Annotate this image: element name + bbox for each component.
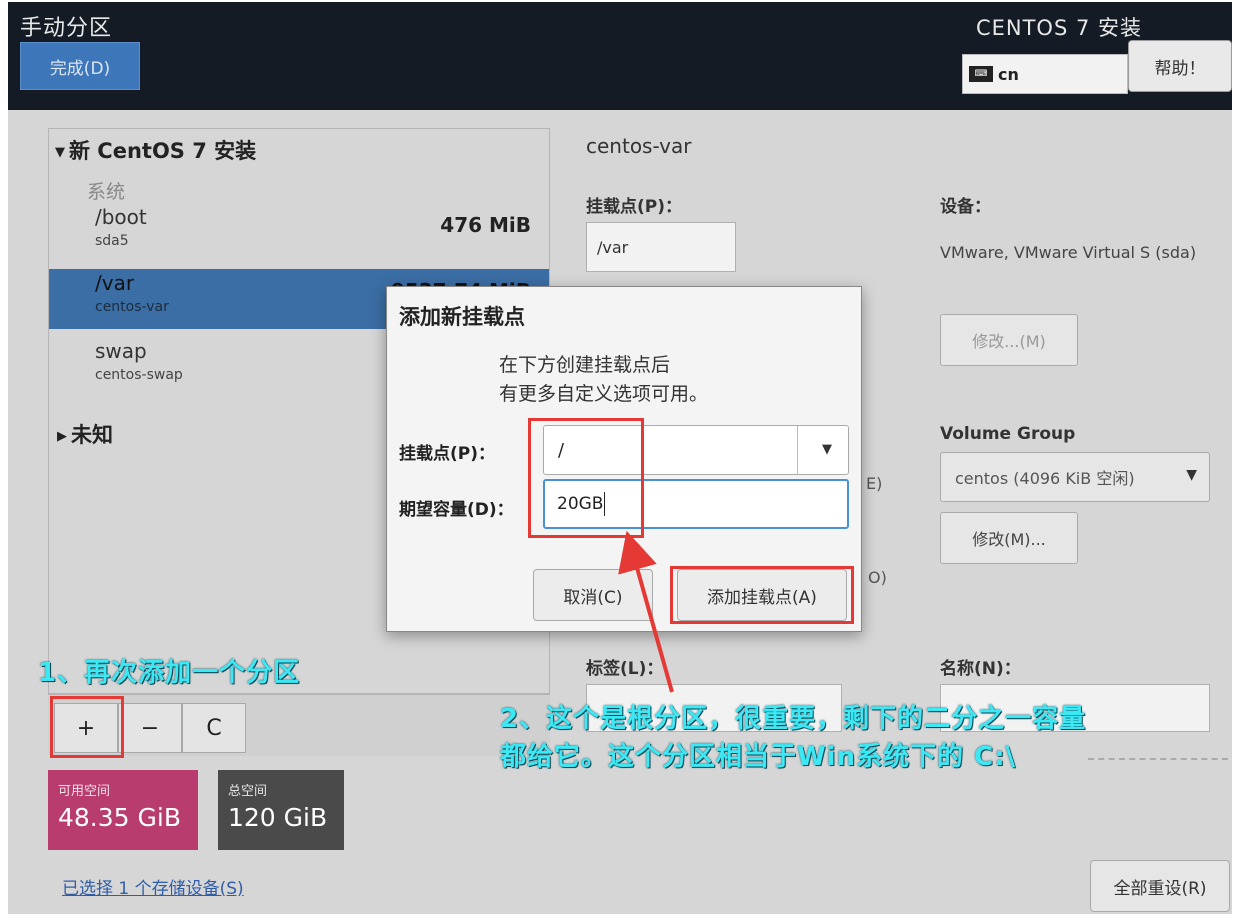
volume-group-value: centos (4096 KiB 空闲) — [955, 469, 1135, 488]
obscured-text-fragment: E) — [866, 474, 883, 493]
selected-storage-link[interactable]: 已选择 1 个存储设备(S) — [62, 874, 244, 899]
keyboard-layout-indicator[interactable]: ⌨ cn — [962, 54, 1128, 94]
tree-group-title: 未知 — [71, 423, 113, 447]
dialog-description-line: 在下方创建挂载点后 — [499, 354, 671, 376]
chevron-down-icon: ▼ — [1186, 467, 1197, 483]
total-space-box: 总空间 120 GiB — [218, 770, 344, 850]
expand-triangle-icon: ▼ — [55, 144, 65, 160]
device-modify-button[interactable]: 修改...(M) — [940, 314, 1078, 366]
obscured-text-fragment: O) — [868, 568, 887, 587]
mount-point-label: 挂载点(P)： — [586, 197, 682, 217]
available-space-box: 可用空间 48.35 GiB — [48, 770, 198, 850]
done-button[interactable]: 完成(D) — [20, 42, 140, 90]
available-space-label: 可用空间 — [58, 784, 111, 799]
name-field-label: 名称(N)： — [940, 659, 1021, 679]
annotation-highlight-box — [528, 418, 644, 538]
partition-device: sda5 — [95, 233, 129, 249]
annotation-note-1: 1、再次添加一个分区 — [38, 658, 301, 688]
annotation-note-2-line1: 2、这个是根分区，很重要，剩下的二分之一容量 — [500, 704, 1087, 734]
annotation-note-2-line2: 都给它。这个分区相当于Win系统下的 C:\ — [500, 742, 1017, 772]
dialog-title: 添加新挂载点 — [399, 305, 525, 329]
tree-group-new-install[interactable]: ▼ 新 CentOS 7 安装 — [55, 135, 256, 165]
refresh-button[interactable]: C — [182, 703, 246, 753]
partition-item-boot[interactable]: /boot sda5 476 MiB — [49, 203, 549, 263]
volume-group-modify-button[interactable]: 修改(M)... — [940, 512, 1078, 564]
combo-divider — [797, 426, 798, 474]
product-title: CENTOS 7 安装 — [975, 16, 1142, 40]
dialog-capacity-label: 期望容量(D)： — [399, 500, 514, 520]
chevron-down-icon[interactable]: ▼ — [822, 442, 832, 457]
tree-group-title: 新 CentOS 7 安装 — [69, 139, 257, 163]
header-bar: 手动分区 完成(D) CENTOS 7 安装 ⌨ cn 帮助！ — [8, 2, 1232, 110]
total-space-value: 120 GiB — [228, 803, 328, 832]
label-field-label: 标签(L)： — [586, 659, 664, 679]
available-space-value: 48.35 GiB — [58, 803, 181, 832]
dialog-mount-label: 挂载点(P)： — [399, 444, 495, 464]
dialog-description: 在下方创建挂载点后 有更多自定义选项可用。 — [499, 351, 708, 409]
keyboard-layout-label: cn — [998, 64, 1019, 84]
remove-partition-button[interactable]: − — [118, 703, 182, 753]
tree-section-system: 系统 — [87, 181, 126, 203]
tree-group-unknown[interactable]: ▶ 未知 — [57, 419, 113, 449]
keyboard-icon: ⌨ — [969, 66, 993, 82]
collapsed-triangle-icon: ▶ — [57, 428, 67, 444]
partition-name: /boot — [95, 205, 147, 229]
volume-group-label: Volume Group — [940, 424, 1076, 444]
device-value: VMware, VMware Virtual S (sda) — [940, 243, 1197, 262]
page-title: 手动分区 — [20, 16, 113, 41]
partition-name: /var — [95, 271, 135, 295]
annotation-highlight-box — [50, 696, 124, 758]
partition-name: swap — [95, 339, 147, 363]
help-button[interactable]: 帮助！ — [1128, 40, 1232, 92]
partition-device: centos-swap — [95, 367, 183, 383]
dialog-description-line: 有更多自定义选项可用。 — [499, 383, 709, 405]
partition-size: 476 MiB — [440, 213, 531, 237]
installer-screen: 手动分区 完成(D) CENTOS 7 安装 ⌨ cn 帮助！ ▼ 新 CentO… — [8, 2, 1232, 914]
reset-all-button[interactable]: 全部重设(R) — [1090, 860, 1230, 912]
volume-group-select[interactable]: centos (4096 KiB 空闲) ▼ — [940, 452, 1210, 502]
cancel-button[interactable]: 取消(C) — [533, 569, 653, 621]
dashed-divider — [1088, 758, 1228, 760]
detail-title: centos-var — [586, 134, 692, 158]
annotation-highlight-box — [670, 566, 854, 624]
mount-point-field[interactable]: /var — [586, 222, 736, 272]
partition-device: centos-var — [95, 299, 169, 315]
device-label: 设备： — [940, 197, 991, 217]
total-space-label: 总空间 — [228, 784, 268, 799]
